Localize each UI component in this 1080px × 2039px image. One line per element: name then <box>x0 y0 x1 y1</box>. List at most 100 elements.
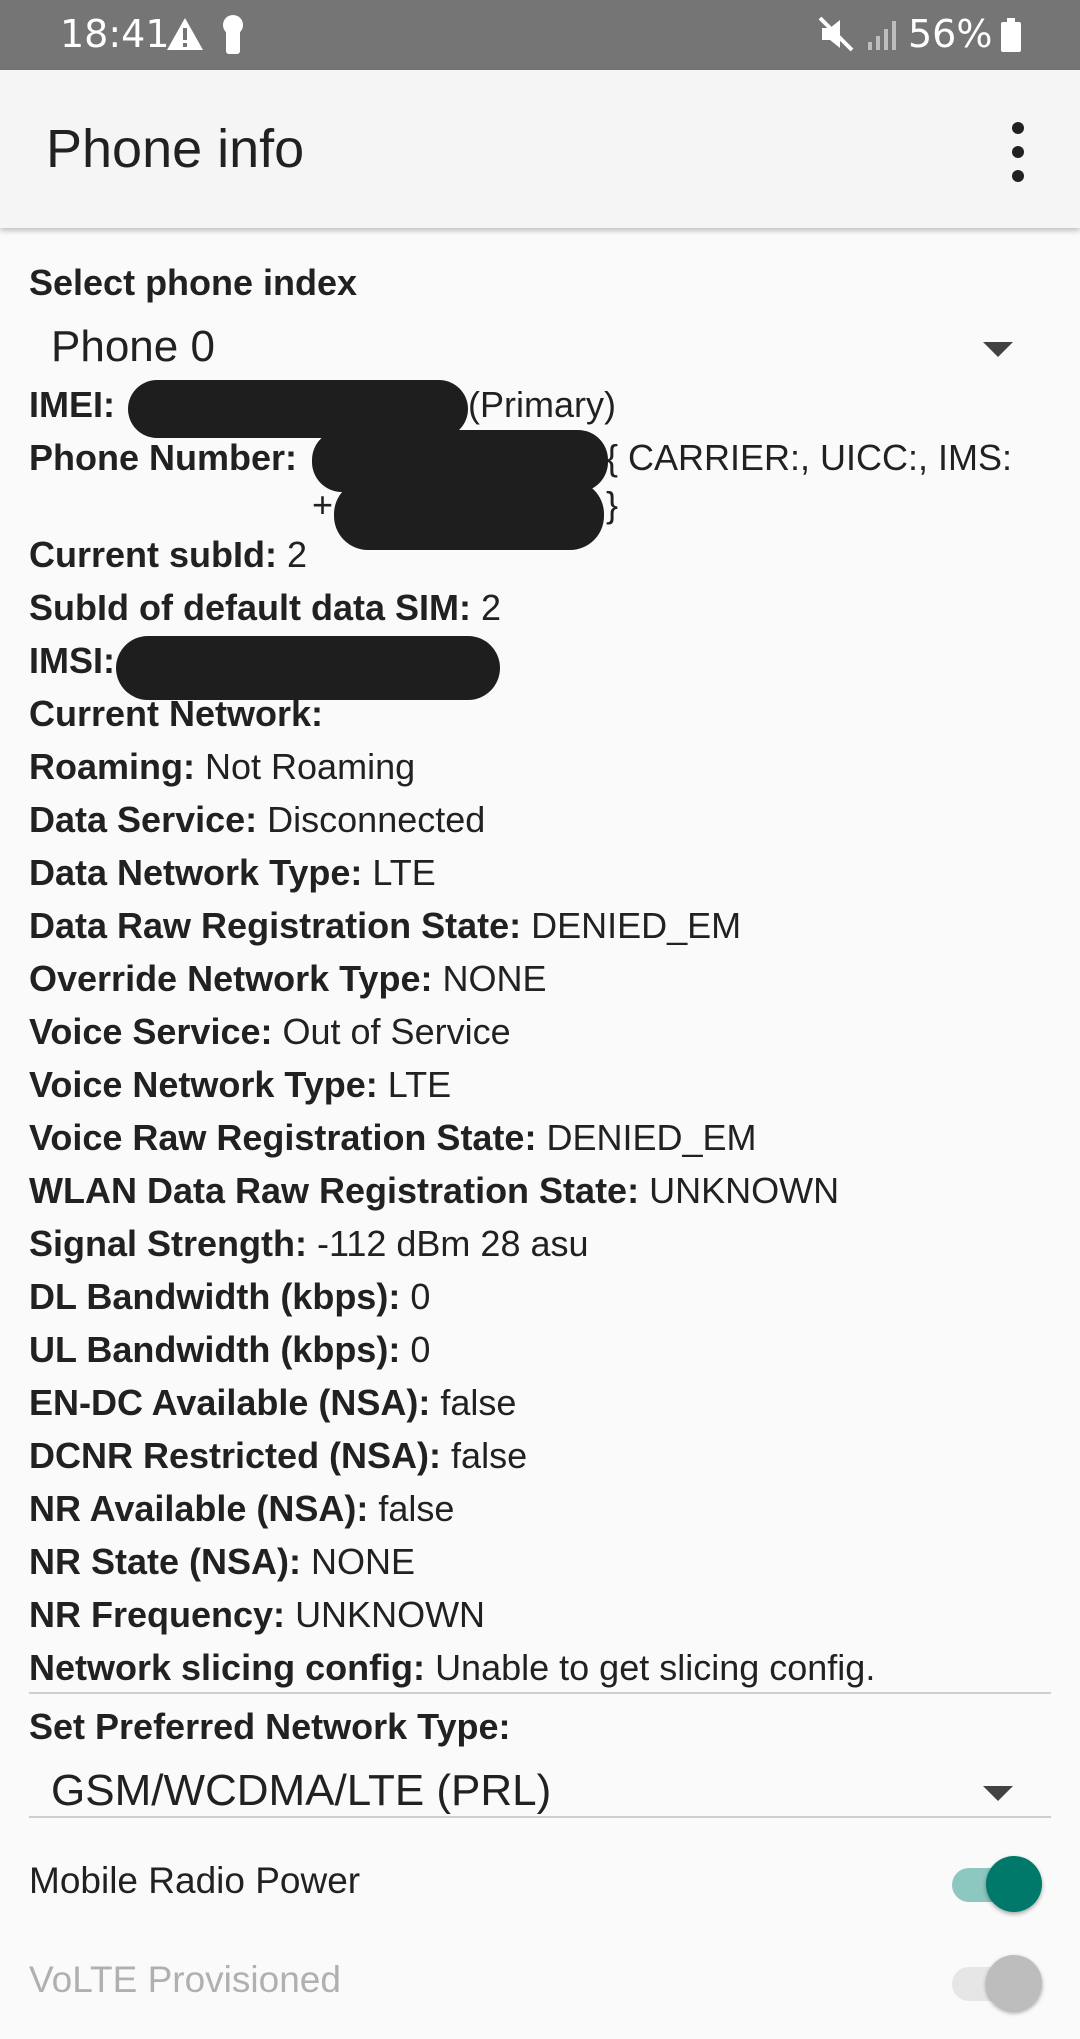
volte-provisioned-switch[interactable] <box>986 1955 1042 2011</box>
redacted-phone-number-line2 <box>334 480 604 550</box>
info-row-value: false <box>451 1435 528 1476</box>
dropdown-arrow-icon <box>983 1786 1013 1801</box>
mobile-radio-power-row[interactable]: Mobile Radio Power <box>0 1838 1080 1928</box>
info-row: WLAN Data Raw Registration State: UNKNOW… <box>29 1170 839 1212</box>
phone-number-close: } <box>606 484 619 525</box>
info-row-label: Data Network Type: <box>29 852 363 893</box>
info-row: Override Network Type: NONE <box>29 958 546 1000</box>
info-row: SubId of default data SIM: 2 <box>29 587 501 629</box>
info-row-label: DCNR Restricted (NSA): <box>29 1435 442 1476</box>
info-row-value: NONE <box>311 1541 416 1582</box>
info-row: IMSI: <box>29 640 115 682</box>
info-row-label: Voice Service: <box>29 1011 273 1052</box>
info-row-value: DENIED_EM <box>531 905 742 946</box>
info-row-label: DL Bandwidth (kbps): <box>29 1276 401 1317</box>
info-row: Current subId: 2 <box>29 534 307 576</box>
info-row: DCNR Restricted (NSA): false <box>29 1435 527 1477</box>
info-row-value: LTE <box>372 852 436 893</box>
divider <box>29 1692 1051 1694</box>
preferred-network-value: GSM/WCDMA/LTE (PRL) <box>51 1766 552 1815</box>
imei-suffix: (Primary) <box>468 384 616 425</box>
info-row: Voice Service: Out of Service <box>29 1011 511 1053</box>
info-row-label: Signal Strength: <box>29 1223 307 1264</box>
info-row-value: Not Roaming <box>205 746 416 787</box>
status-bar: 18:41 56% <box>0 0 1080 70</box>
status-time: 18:41 <box>60 12 170 56</box>
info-row: Data Network Type: LTE <box>29 852 436 894</box>
info-row-value: Out of Service <box>282 1011 511 1052</box>
info-row: Voice Raw Registration State: DENIED_EM <box>29 1117 757 1159</box>
app-bar: Phone info <box>0 70 1080 228</box>
info-row-value: false <box>440 1382 517 1423</box>
info-row-label: Network slicing config: <box>29 1647 426 1688</box>
volte-provisioned-label: VoLTE Provisioned <box>29 1959 341 2000</box>
info-row: DL Bandwidth (kbps): 0 <box>29 1276 430 1318</box>
info-row-label: IMSI: <box>29 640 115 681</box>
info-row: Signal Strength: -112 dBm 28 asu <box>29 1223 589 1265</box>
phone-number-prefix: + <box>312 484 334 525</box>
phone-index-label: Select phone index <box>29 262 358 303</box>
info-row-value: UNKNOWN <box>649 1170 840 1211</box>
redacted-imsi <box>116 636 500 700</box>
phone-number-row: Phone Number: <box>29 437 297 479</box>
info-row-value: NONE <box>442 958 547 999</box>
info-row: Data Raw Registration State: DENIED_EM <box>29 905 741 947</box>
info-row-label: Data Service: <box>29 799 258 840</box>
info-row: NR Frequency: UNKNOWN <box>29 1594 485 1636</box>
battery-percent: 56% <box>908 12 993 56</box>
info-row-value: LTE <box>387 1064 452 1105</box>
info-row: Roaming: Not Roaming <box>29 746 415 788</box>
info-row-value: 2 <box>287 534 308 575</box>
info-row-label: SubId of default data SIM: <box>29 587 471 628</box>
phone-index-spinner[interactable]: Phone 0 <box>29 314 1051 380</box>
imei-label: IMEI: <box>29 384 115 425</box>
info-row: NR Available (NSA): false <box>29 1488 454 1530</box>
phone-index-value: Phone 0 <box>51 322 215 371</box>
more-options-button[interactable] <box>994 122 1042 182</box>
volte-provisioned-row[interactable]: VoLTE Provisioned <box>0 1937 1080 2027</box>
info-row: UL Bandwidth (kbps): 0 <box>29 1329 430 1371</box>
info-row: EN-DC Available (NSA): false <box>29 1382 516 1424</box>
info-row-label: UL Bandwidth (kbps): <box>29 1329 401 1370</box>
more-vert-icon <box>1012 122 1024 134</box>
info-row: Network slicing config: Unable to get sl… <box>29 1647 875 1689</box>
info-row: NR State (NSA): NONE <box>29 1541 415 1583</box>
info-row-label: WLAN Data Raw Registration State: <box>29 1170 640 1211</box>
signal-icon <box>868 21 896 50</box>
info-row-label: NR State (NSA): <box>29 1541 302 1582</box>
alert-icon <box>167 18 203 50</box>
info-row-label: Override Network Type: <box>29 958 433 999</box>
preferred-network-label: Set Preferred Network Type: <box>29 1706 511 1747</box>
phone-number-label: Phone Number: <box>29 437 298 478</box>
info-row-value: UNKNOWN <box>295 1594 486 1635</box>
info-row-label: Roaming: <box>29 746 195 787</box>
preferred-network-spinner[interactable]: GSM/WCDMA/LTE (PRL) <box>29 1758 1051 1824</box>
info-row-label: Current subId: <box>29 534 277 575</box>
info-row-label: NR Frequency: <box>29 1594 286 1635</box>
imei-row: IMEI: <box>29 384 115 426</box>
bulb-icon <box>223 15 243 54</box>
info-row-value: Unable to get slicing config. <box>435 1647 876 1688</box>
info-row-label: Voice Network Type: <box>29 1064 378 1105</box>
info-row-value: DENIED_EM <box>546 1117 757 1158</box>
info-row-label: Data Raw Registration State: <box>29 905 522 946</box>
battery-icon <box>1001 18 1021 52</box>
info-row-value: false <box>378 1488 455 1529</box>
dropdown-arrow-icon <box>983 342 1013 357</box>
mute-icon <box>818 16 854 52</box>
info-row-label: Voice Raw Registration State: <box>29 1117 537 1158</box>
divider <box>29 1816 1051 1818</box>
info-row-value: Disconnected <box>267 799 486 840</box>
info-row-label: EN-DC Available (NSA): <box>29 1382 431 1423</box>
info-row: Voice Network Type: LTE <box>29 1064 451 1106</box>
mobile-radio-power-label: Mobile Radio Power <box>29 1860 361 1901</box>
info-row-value: 0 <box>410 1329 431 1370</box>
info-row: Data Service: Disconnected <box>29 799 485 841</box>
info-row-label: NR Available (NSA): <box>29 1488 369 1529</box>
phone-number-carrier: { CARRIER:, UICC:, IMS: <box>606 437 1013 478</box>
info-row-value: 2 <box>481 587 502 628</box>
page-title: Phone info <box>46 119 305 179</box>
info-row-value: 0 <box>410 1276 431 1317</box>
mobile-radio-power-switch[interactable] <box>986 1856 1042 1912</box>
info-row-value: -112 dBm 28 asu <box>317 1223 589 1264</box>
